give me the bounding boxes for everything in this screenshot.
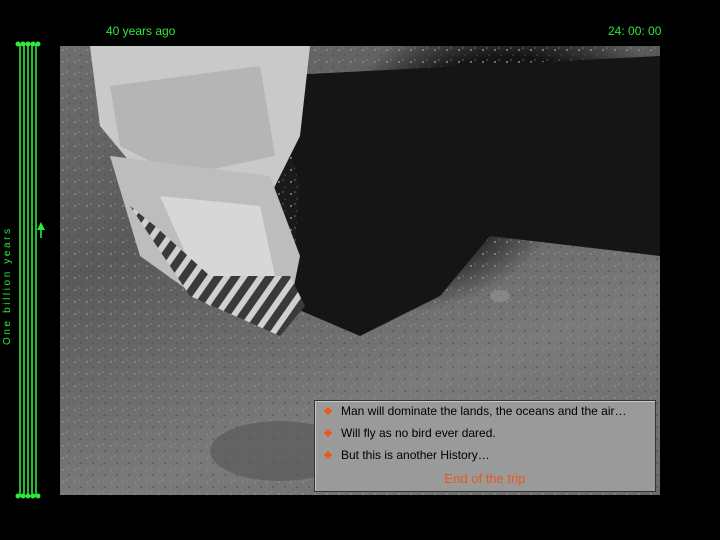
caption-bullet: But this is another History… xyxy=(323,447,490,463)
bullet-diamond-icon xyxy=(323,428,333,438)
caption-bullet-text: Will fly as no bird ever dared. xyxy=(341,426,496,440)
header-left-text: 40 years ago xyxy=(106,24,176,38)
caption-panel: Man will dominate the lands, the oceans … xyxy=(314,400,656,492)
caption-bullet: Will fly as no bird ever dared. xyxy=(323,425,496,441)
bullet-diamond-icon xyxy=(323,450,333,460)
timeline-bar xyxy=(15,41,45,499)
caption-bullet-text: Man will dominate the lands, the oceans … xyxy=(341,404,627,418)
bullet-diamond-icon xyxy=(323,406,333,416)
end-of-trip-label[interactable]: End of the trip xyxy=(315,471,655,486)
timeline-marker-icon xyxy=(37,222,45,230)
caption-bullet-text: But this is another History… xyxy=(341,448,490,462)
timer-readout: 24: 00: 00 xyxy=(608,24,662,38)
caption-bullet: Man will dominate the lands, the oceans … xyxy=(323,403,627,419)
